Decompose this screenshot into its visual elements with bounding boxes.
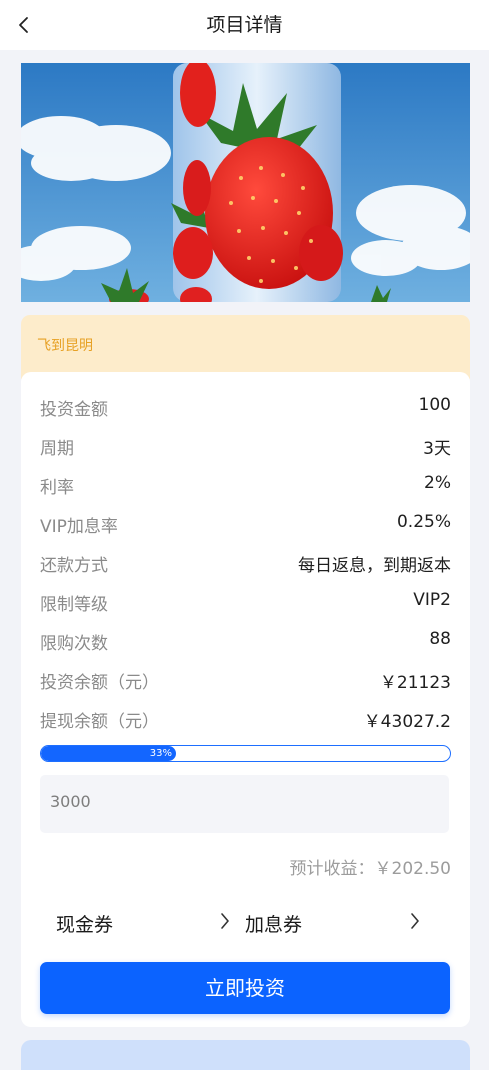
detail-label: VIP加息率 <box>40 517 118 537</box>
detail-value: 88 <box>429 629 451 649</box>
cash-coupon-label: 现金券 <box>56 914 114 936</box>
detail-value: 3天 <box>423 439 451 459</box>
detail-label: 限购次数 <box>40 634 108 654</box>
detail-label: 投资余额（元） <box>40 673 159 693</box>
detail-row-repayment: 还款方式 每日返息，到期返本 <box>40 548 451 576</box>
detail-row-invest-amount: 投资金额 100 <box>40 392 451 420</box>
project-name-card: 飞到昆明 <box>21 315 470 379</box>
detail-value: 2% <box>424 473 451 493</box>
next-card-edge <box>21 1040 470 1070</box>
detail-row-withdraw-balance: 提现余额（元） ￥43027.2 <box>40 704 451 732</box>
progress-bar: 33% <box>40 745 451 762</box>
detail-value: 0.25% <box>396 512 451 532</box>
detail-value: VIP2 <box>413 590 451 610</box>
detail-label: 周期 <box>40 439 74 459</box>
detail-label: 限制等级 <box>40 595 108 615</box>
cash-coupon-selector[interactable]: 现金券 <box>56 902 231 942</box>
progress-label: 33% <box>149 748 172 759</box>
project-details-card: 投资金额 100 周期 3天 利率 2% VIP加息率 0.25% 还款方式 每… <box>21 372 470 1027</box>
detail-value: 每日返息，到期返本 <box>298 556 451 576</box>
detail-value: ￥21123 <box>379 673 451 693</box>
detail-row-invest-balance: 投资余额（元） ￥21123 <box>40 665 451 693</box>
chevron-right-icon <box>219 911 231 931</box>
expected-return: 预计收益：￥202.50 <box>289 859 451 879</box>
detail-label: 提现余额（元） <box>40 712 159 732</box>
chevron-right-icon <box>409 911 421 931</box>
detail-row-purchase-limit: 限购次数 88 <box>40 626 451 654</box>
detail-row-vip-rate: VIP加息率 0.25% <box>40 509 451 537</box>
interest-coupon-selector[interactable]: 加息券 <box>245 902 423 942</box>
detail-row-period: 周期 3天 <box>40 431 451 459</box>
project-banner-image <box>21 63 470 302</box>
amount-input[interactable] <box>50 792 430 811</box>
interest-coupon-label: 加息券 <box>245 914 303 936</box>
amount-field[interactable] <box>40 775 449 833</box>
detail-row-rate: 利率 2% <box>40 470 451 498</box>
detail-label: 还款方式 <box>40 556 108 576</box>
detail-label: 投资金额 <box>40 400 108 420</box>
nav-bar: 项目详情 <box>0 0 489 50</box>
invest-now-button[interactable]: 立即投资 <box>40 962 450 1014</box>
project-name: 飞到昆明 <box>37 338 93 354</box>
detail-value: ￥43027.2 <box>363 712 451 732</box>
detail-label: 利率 <box>40 478 74 498</box>
page-title: 项目详情 <box>206 14 283 36</box>
detail-value: 100 <box>418 395 451 415</box>
detail-row-level: 限制等级 VIP2 <box>40 587 451 615</box>
